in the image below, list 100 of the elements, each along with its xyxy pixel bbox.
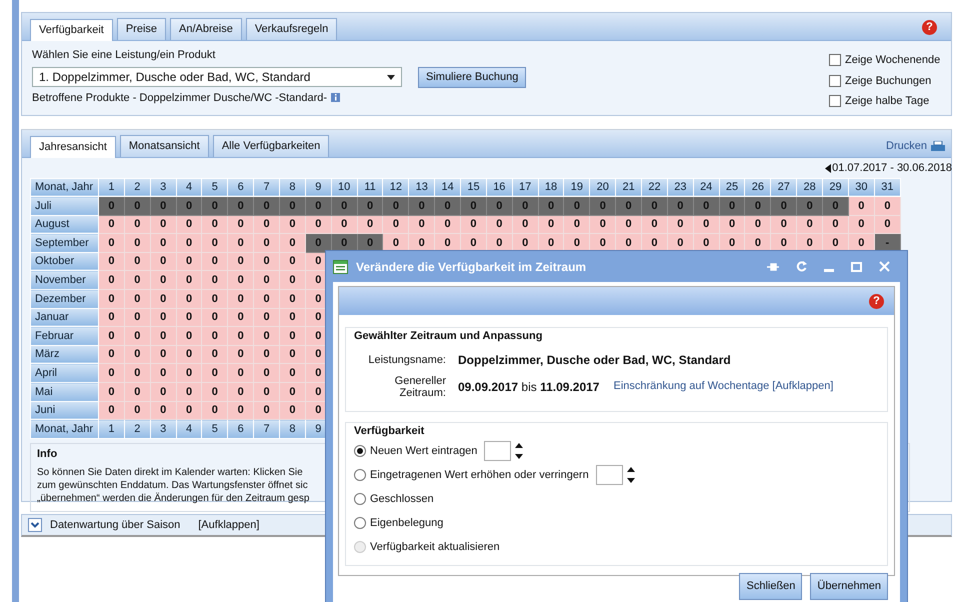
table-cell[interactable]: 0 xyxy=(538,215,564,234)
table-cell[interactable]: 0 xyxy=(98,345,124,364)
table-cell[interactable]: 0 xyxy=(642,215,668,234)
table-cell[interactable]: 0 xyxy=(98,382,124,402)
table-cell[interactable]: 0 xyxy=(176,234,202,252)
table-cell[interactable]: 0 xyxy=(280,364,306,383)
table-cell[interactable]: 0 xyxy=(150,215,176,234)
expand-link[interactable]: [Aufklappen] xyxy=(198,516,260,534)
table-cell[interactable]: 0 xyxy=(564,215,590,234)
table-cell[interactable]: 0 xyxy=(228,364,254,383)
table-cell[interactable]: 0 xyxy=(202,215,228,234)
radio-button[interactable] xyxy=(354,493,366,505)
table-cell[interactable]: 0 xyxy=(202,382,228,402)
table-cell[interactable]: 0 xyxy=(254,401,280,420)
table-cell[interactable]: 0 xyxy=(98,252,124,271)
spinner-icon[interactable] xyxy=(515,443,524,459)
table-cell[interactable]: 0 xyxy=(176,252,202,271)
refresh-icon[interactable] xyxy=(796,261,807,272)
table-cell[interactable]: 0 xyxy=(124,364,150,383)
table-cell[interactable]: 0 xyxy=(254,215,280,234)
tab[interactable]: Preise xyxy=(116,18,166,40)
table-cell[interactable]: 0 xyxy=(202,252,228,271)
table-cell[interactable]: 0 xyxy=(228,252,254,271)
table-cell[interactable]: 0 xyxy=(202,270,228,290)
table-cell[interactable]: 0 xyxy=(228,401,254,420)
table-cell[interactable]: 0 xyxy=(98,270,124,290)
table-cell[interactable]: 0 xyxy=(693,215,720,234)
radio-button[interactable] xyxy=(354,445,366,457)
table-cell[interactable]: 0 xyxy=(98,308,124,327)
table-cell[interactable]: 0 xyxy=(616,215,642,234)
dialog-button[interactable]: Übernehmen xyxy=(810,573,888,600)
table-cell[interactable]: 0 xyxy=(202,234,228,252)
table-cell[interactable]: 0 xyxy=(202,308,228,327)
table-cell[interactable]: 0 xyxy=(202,401,228,420)
table-cell[interactable]: 0 xyxy=(150,382,176,402)
table-cell[interactable]: 0 xyxy=(874,215,900,234)
table-cell[interactable]: 0 xyxy=(874,196,900,216)
maximize-icon[interactable] xyxy=(851,262,862,272)
table-cell[interactable]: 0 xyxy=(357,215,383,234)
table-cell[interactable]: 0 xyxy=(176,270,202,290)
table-cell[interactable]: 0 xyxy=(280,382,306,402)
table-cell[interactable]: 0 xyxy=(150,270,176,290)
table-cell[interactable]: 0 xyxy=(254,252,280,271)
table-cell[interactable]: 0 xyxy=(280,308,306,327)
help-button[interactable]: ? xyxy=(869,294,884,308)
printer-icon[interactable] xyxy=(931,140,945,152)
table-cell[interactable]: 0 xyxy=(202,345,228,364)
table-cell[interactable]: 0 xyxy=(719,215,745,234)
table-cell[interactable]: 0 xyxy=(254,364,280,383)
table-cell[interactable]: 0 xyxy=(202,290,228,308)
table-cell[interactable]: 0 xyxy=(254,345,280,364)
table-cell[interactable]: 0 xyxy=(124,290,150,308)
table-cell[interactable]: 0 xyxy=(512,215,538,234)
table-cell[interactable]: 0 xyxy=(228,270,254,290)
table-cell[interactable]: 0 xyxy=(176,308,202,327)
table-cell[interactable]: 0 xyxy=(228,345,254,364)
table-cell[interactable]: 0 xyxy=(176,401,202,420)
number-field[interactable] xyxy=(596,465,623,485)
table-cell[interactable]: 0 xyxy=(822,215,848,234)
table-cell[interactable]: 0 xyxy=(331,215,358,234)
tab[interactable]: Jahresansicht xyxy=(30,136,116,158)
table-cell[interactable]: 0 xyxy=(848,196,874,216)
table-cell[interactable]: 0 xyxy=(98,215,124,234)
table-cell[interactable]: 0 xyxy=(770,215,797,234)
table-cell[interactable]: 0 xyxy=(254,308,280,327)
table-cell[interactable]: 0 xyxy=(228,326,254,346)
table-cell[interactable]: 0 xyxy=(202,364,228,383)
table-cell[interactable]: 0 xyxy=(124,382,150,402)
checkbox[interactable] xyxy=(829,54,841,66)
table-cell[interactable]: 0 xyxy=(280,401,306,420)
table-cell[interactable]: 0 xyxy=(98,364,124,383)
tab[interactable]: Alle Verfügbarkeiten xyxy=(212,135,330,157)
table-cell[interactable]: 0 xyxy=(280,215,306,234)
table-cell[interactable]: 0 xyxy=(124,345,150,364)
table-cell[interactable]: 0 xyxy=(150,308,176,327)
table-cell[interactable]: 0 xyxy=(460,215,486,234)
table-cell[interactable]: 0 xyxy=(150,290,176,308)
radio-button[interactable] xyxy=(354,517,366,529)
table-cell[interactable]: 0 xyxy=(124,252,150,271)
restriction-link[interactable]: Einschränkung auf Wochentage [Aufklappen] xyxy=(613,378,834,395)
table-cell[interactable]: 0 xyxy=(176,345,202,364)
table-cell[interactable]: 0 xyxy=(280,290,306,308)
checkbox[interactable] xyxy=(829,74,841,87)
table-cell[interactable]: 0 xyxy=(98,401,124,420)
table-cell[interactable]: 0 xyxy=(590,215,616,234)
spinner-icon[interactable] xyxy=(626,467,635,483)
table-cell[interactable]: 0 xyxy=(176,326,202,346)
table-cell[interactable]: 0 xyxy=(280,345,306,364)
close-icon[interactable] xyxy=(879,261,890,272)
table-cell[interactable]: 0 xyxy=(254,326,280,346)
table-cell[interactable]: 0 xyxy=(254,270,280,290)
table-cell[interactable]: 0 xyxy=(150,345,176,364)
table-cell[interactable]: 0 xyxy=(744,215,771,234)
chevron-down-icon[interactable] xyxy=(28,518,42,532)
table-cell[interactable]: 0 xyxy=(382,215,409,234)
table-cell[interactable]: 0 xyxy=(176,290,202,308)
table-cell[interactable]: 0 xyxy=(124,234,150,252)
table-cell[interactable]: 0 xyxy=(150,252,176,271)
info-icon[interactable] xyxy=(331,93,340,102)
table-cell[interactable]: 0 xyxy=(305,215,332,234)
